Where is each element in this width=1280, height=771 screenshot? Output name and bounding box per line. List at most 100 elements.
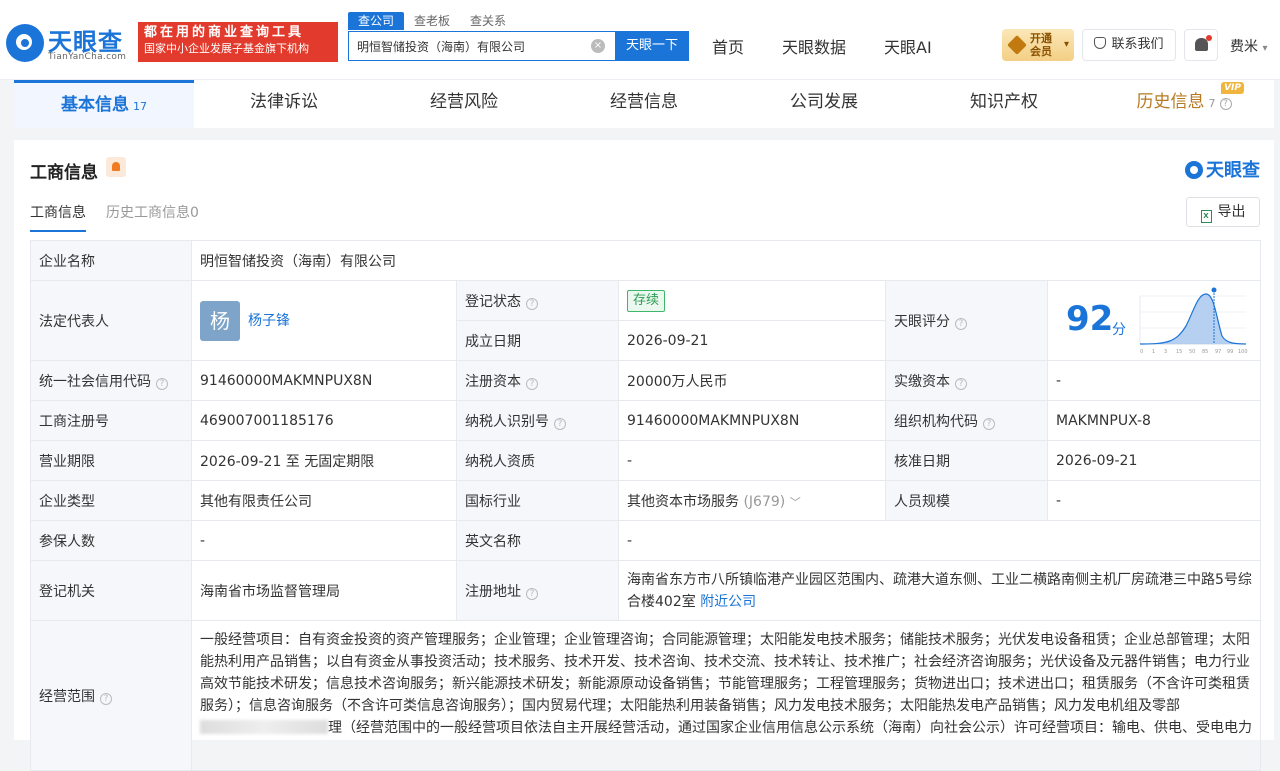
notification-button[interactable]	[1184, 29, 1218, 61]
help-icon[interactable]: ?	[100, 692, 112, 705]
chevron-down-icon: ▾	[1262, 43, 1268, 54]
score-distribution-chart: 0 1 3 15 50 85 97 99 100	[1139, 287, 1248, 355]
tab-risk[interactable]: 经营风险	[374, 80, 554, 128]
score-tick: 0	[1140, 349, 1143, 355]
label-ent-type: 企业类型	[30, 480, 192, 521]
subtab-business-info[interactable]: 工商信息	[30, 202, 86, 232]
nearby-companies-link[interactable]: 附近公司	[700, 594, 756, 610]
table-row: 经营范围? 一般经营项目：自有资金投资的资产管理服务；企业管理；企业管理咨询；合…	[30, 620, 1262, 771]
table-row: 参保人数 - 英文名称 -	[30, 520, 1262, 561]
label-credit-code: 统一社会信用代码?	[30, 360, 192, 401]
table-row: 企业类型 其他有限责任公司 国标行业 其他资本市场服务 (J679) ﹀ 人员规…	[30, 480, 1262, 521]
tab-label: 基本信息	[61, 95, 129, 115]
contact-label: 联系我们	[1111, 37, 1164, 52]
value-found-date: 2026-09-21	[618, 320, 886, 361]
help-icon[interactable]: ?	[526, 587, 538, 600]
tab-development[interactable]: 公司发展	[734, 80, 914, 128]
contact-button[interactable]: 联系我们	[1082, 29, 1176, 61]
vip-label: 开通会员	[1030, 32, 1052, 58]
search-button[interactable]: 天眼一下	[615, 31, 689, 61]
search-input[interactable]	[349, 32, 589, 60]
nav-ai[interactable]: 天眼AI	[884, 34, 932, 58]
table-row: 营业期限 2026-09-21 至 无固定期限 纳税人资质 - 核准日期 202…	[30, 440, 1262, 481]
value-english: -	[617, 520, 1262, 561]
value-score[interactable]: 92 分 0 1 3 15 50 85 97 99 100	[1046, 280, 1262, 361]
sub-tabs: 工商信息 历史工商信息0	[30, 202, 199, 232]
tab-history[interactable]: 历史信息 7? VIP	[1094, 80, 1274, 128]
label-insured: 参保人数	[30, 520, 192, 561]
vip-button[interactable]: 开通会员 ▾	[1002, 29, 1074, 61]
top-header: 天眼查 TianYanCha.com 都在用的商业查询工具 国家中小企业发展子基…	[0, 0, 1280, 80]
value-org-code: MAKMNPUX-8	[1046, 400, 1262, 441]
nav-home[interactable]: 首页	[712, 34, 744, 58]
help-icon[interactable]: ?	[526, 377, 538, 390]
label-text: 注册资本	[465, 373, 521, 390]
help-icon[interactable]: ?	[156, 377, 168, 390]
help-icon[interactable]: ?	[955, 317, 967, 330]
search-type-tabs: 查公司 查老板 查关系	[348, 12, 516, 30]
nav-data[interactable]: 天眼数据	[782, 34, 846, 58]
chevron-down-icon: ﹀	[789, 495, 801, 509]
value-paid-capital: -	[1046, 360, 1262, 401]
user-name: 费米	[1230, 39, 1258, 55]
tab-count: 17	[133, 100, 147, 113]
export-button[interactable]: X 导出	[1186, 197, 1260, 227]
label-authority: 登记机关	[30, 560, 192, 621]
help-icon[interactable]: ?	[554, 417, 566, 430]
label-paid-capital: 实缴资本?	[885, 360, 1048, 401]
table-row: 企业名称 明恒智储投资（海南）有限公司	[30, 240, 1262, 281]
label-text: 注册地址	[465, 583, 521, 600]
blurred-text	[200, 720, 328, 734]
logo[interactable]: 天眼查 TianYanCha.com	[6, 20, 132, 64]
help-icon[interactable]: ?	[1219, 98, 1232, 110]
scope-text-2: 理（经营范围中的一般经营项目依法自主开展经营活动，通过国家企业信用信息公示系统（…	[328, 720, 1252, 736]
label-biz-term: 营业期限	[30, 440, 192, 481]
label-text: 经营范围	[39, 688, 95, 705]
score-tick: 100	[1238, 349, 1248, 355]
clear-icon[interactable]: ×	[591, 39, 605, 53]
value-ent-type: 其他有限责任公司	[191, 480, 457, 521]
search-tab-relation[interactable]: 查关系	[460, 12, 516, 30]
help-icon[interactable]: ?	[955, 377, 967, 390]
label-legal-rep: 法定代表人	[30, 280, 192, 361]
value-authority: 海南省市场监督管理局	[191, 560, 457, 621]
subtab-history-business-info[interactable]: 历史工商信息0	[106, 202, 199, 232]
table-row: 登记机关 海南省市场监督管理局 注册地址? 海南省东方市八所镇临港产业园区范围内…	[30, 560, 1262, 621]
tab-legal[interactable]: 法律诉讼	[194, 80, 374, 128]
value-company-name: 明恒智储投资（海南）有限公司	[190, 240, 1262, 281]
label-org-code: 组织机构代码?	[885, 400, 1048, 441]
label-found-date: 成立日期	[456, 320, 619, 361]
label-reg-capital: 注册资本?	[456, 360, 619, 401]
value-reg-capital: 20000万人民币	[618, 360, 886, 401]
vip-tag: VIP	[1221, 82, 1244, 94]
value-industry[interactable]: 其他资本市场服务 (J679) ﹀	[618, 480, 886, 521]
tab-basic-info[interactable]: 基本信息 17	[14, 80, 194, 128]
label-tax-qual: 纳税人资质	[456, 440, 619, 481]
legal-rep-link[interactable]: 杨子锋	[248, 313, 290, 329]
help-icon[interactable]: ?	[526, 297, 538, 310]
diamond-icon	[1007, 35, 1027, 55]
tab-operation[interactable]: 经营信息	[554, 80, 734, 128]
label-text: 组织机构代码	[894, 413, 978, 430]
brand-text: 天眼查	[1206, 160, 1260, 181]
label-scope: 经营范围?	[30, 620, 192, 771]
search-tab-company[interactable]: 查公司	[348, 12, 405, 30]
slogan-banner: 都在用的商业查询工具 国家中小企业发展子基金旗下机构	[138, 22, 338, 62]
label-english: 英文名称	[456, 520, 619, 561]
value-scope: 一般经营项目：自有资金投资的资产管理服务；企业管理；企业管理咨询；合同能源管理；…	[190, 620, 1262, 771]
search-tab-boss[interactable]: 查老板	[404, 12, 460, 30]
help-icon[interactable]: ?	[983, 417, 995, 430]
tab-label: 知识产权	[970, 92, 1038, 112]
status-badge: 存续	[627, 289, 666, 312]
tab-label: 经营信息	[610, 92, 678, 112]
tab-ip[interactable]: 知识产权	[914, 80, 1094, 128]
value-tax-id: 91460000MAKMNPUX8N	[618, 400, 886, 441]
label-text: 实缴资本	[894, 373, 950, 390]
value-insured: -	[191, 520, 457, 561]
label-approve-date: 核准日期	[885, 440, 1048, 481]
subscribe-bell-icon[interactable]	[106, 157, 126, 177]
user-menu[interactable]: 费米 ▾	[1230, 36, 1267, 56]
score-unit: 分	[1112, 322, 1126, 338]
score-tick: 99	[1227, 349, 1233, 355]
label-text: 登记状态	[465, 293, 521, 310]
